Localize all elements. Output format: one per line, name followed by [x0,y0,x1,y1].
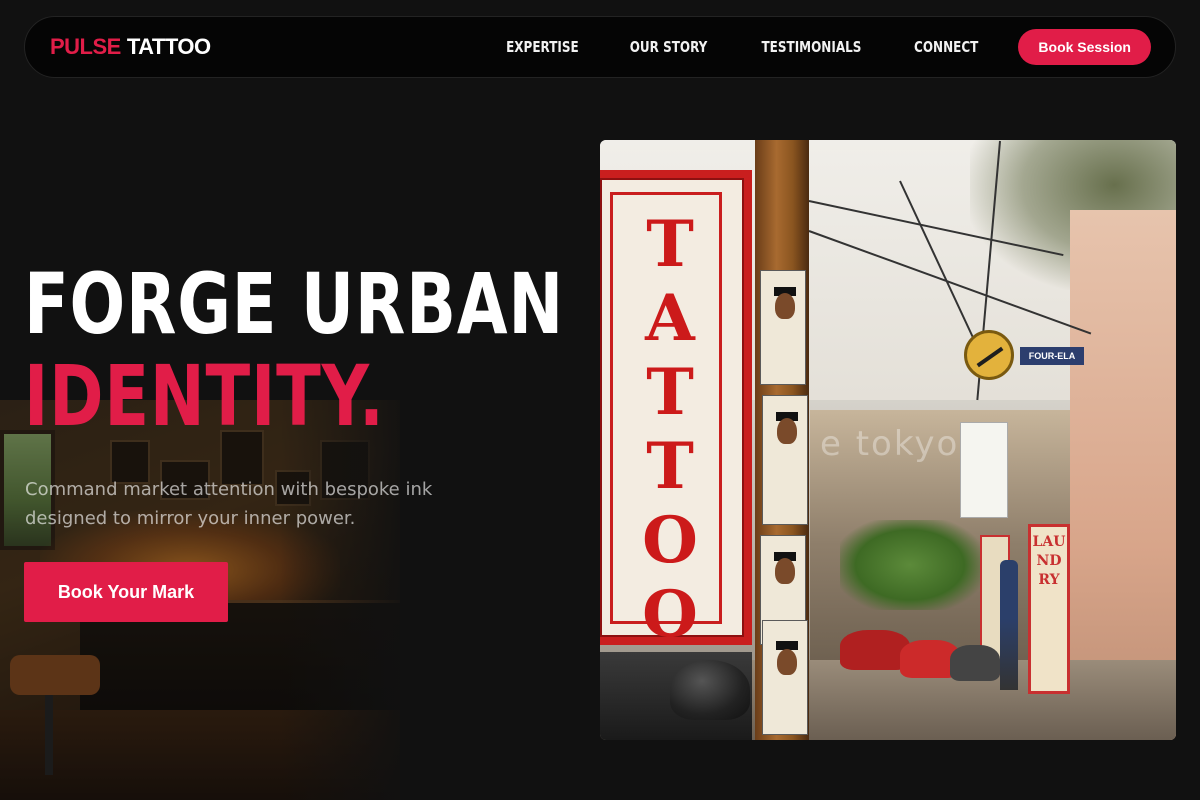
nav-link-our-story[interactable]: OUR STORY [630,38,708,56]
logo-accent-text: PULSE [50,34,121,59]
no-parking-sign-icon [964,330,1014,380]
book-your-mark-button[interactable]: Book Your Mark [24,562,228,622]
logo-main-text: TATTOO [126,34,211,59]
election-sticker [762,620,808,735]
motorcycle-helmet-shape [670,660,750,720]
hero-title-line2: IDENTITY. [24,347,385,445]
hero-subtitle: Command market attention with bespoke in… [25,479,433,529]
election-sticker [760,270,806,385]
street-name-sign: FOUR-ELA [1020,347,1084,365]
nav-links: EXPERTISE OUR STORY TESTIMONIALS CONNECT… [497,29,1151,65]
election-sticker [762,395,808,525]
nav-link-connect[interactable]: CONNECT [914,38,978,56]
tattoo-shop-sign: T A T T O O [600,170,752,652]
pedestrian-figure [1000,560,1018,690]
landing-page: PULSE TATTOO EXPERTISE OUR STORY TESTIMO… [0,0,1200,800]
hero-title-line1: FORGE URBAN [24,255,564,353]
laundry-sign: LAUNDRY [1028,524,1070,694]
nav-link-expertise[interactable]: EXPERTISE [506,38,579,56]
street-photo-watermark: e tokyo [820,424,960,464]
book-session-button[interactable]: Book Session [1018,29,1151,65]
nav-link-testimonials[interactable]: TESTIMONIALS [762,38,862,56]
tattoo-street-photo: FOUR-ELA LAUNDRY e tokyo T A T T O O [600,140,1176,740]
tattoo-sign-letters: T A T T O O [642,207,698,652]
top-navbar: PULSE TATTOO EXPERTISE OUR STORY TESTIMO… [24,16,1176,78]
brand-logo[interactable]: PULSE TATTOO [50,34,211,60]
hero-title: FORGE URBAN IDENTITY. [24,258,586,442]
